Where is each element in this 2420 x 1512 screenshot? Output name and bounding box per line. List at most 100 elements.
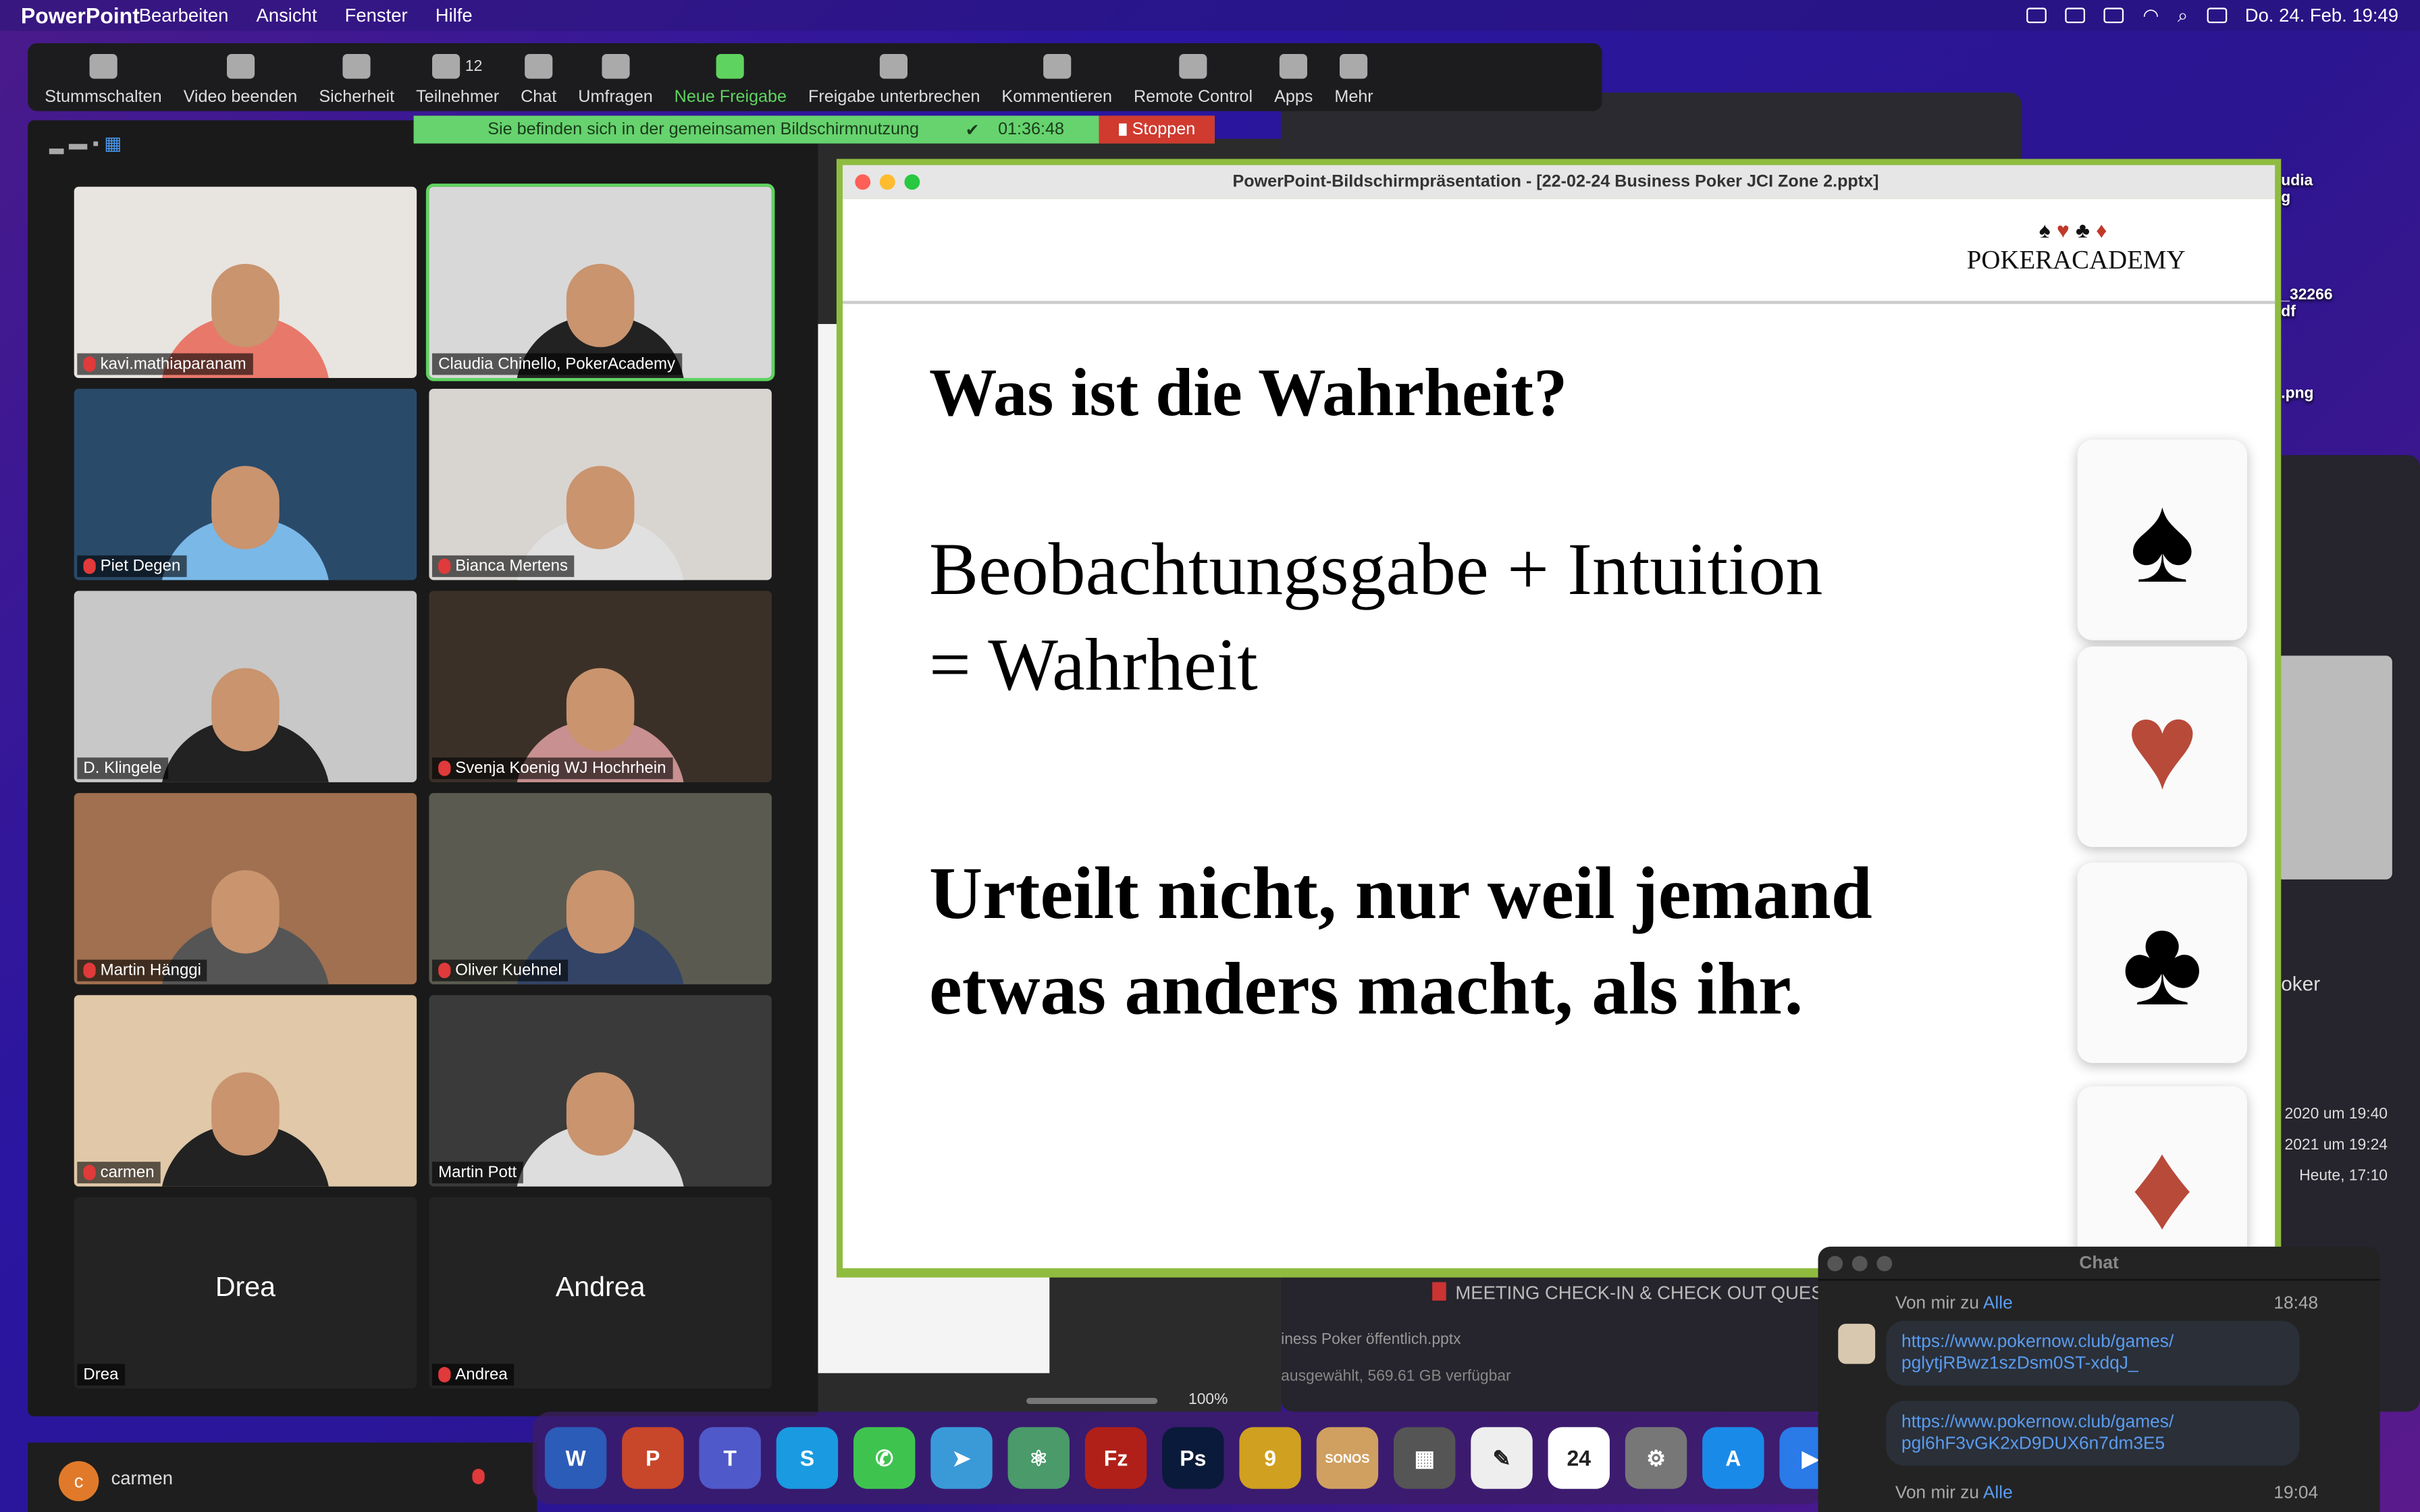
dock: W P T S ✆ ➤ ⚛ Fz Ps 9 SONOS ▦ ✎ 24 ⚙ A ▶ bbox=[532, 1411, 1841, 1505]
menu-fenster[interactable]: Fenster bbox=[345, 5, 408, 26]
desktop-file[interactable]: udia g bbox=[2281, 173, 2313, 207]
zoom-level[interactable]: 100% bbox=[1188, 1392, 1228, 1409]
shield-icon bbox=[342, 53, 371, 79]
file-row[interactable]: MEETING CHECK-IN & CHECK OUT QUESTI bbox=[1432, 1282, 1840, 1303]
toolbar-mehr-button[interactable]: Mehr bbox=[1323, 53, 1384, 107]
toolbar-label: Neue Freigabe bbox=[674, 88, 787, 107]
zoom-slider[interactable] bbox=[1026, 1397, 1158, 1404]
menu-app-name[interactable]: PowerPoint bbox=[21, 0, 140, 47]
toolbar-kommentieren-button[interactable]: Kommentieren bbox=[991, 53, 1123, 107]
wifi-icon[interactable]: ◠ bbox=[2142, 5, 2159, 26]
toolbar-video-beenden-button[interactable]: Video beenden bbox=[173, 53, 309, 107]
minimize-button[interactable] bbox=[1851, 1256, 1868, 1272]
dock-calendar-icon[interactable]: 24 bbox=[1548, 1427, 1610, 1489]
participant-name-label: Piet Degen bbox=[77, 555, 187, 577]
dock-app-store-icon[interactable]: A bbox=[1702, 1427, 1764, 1489]
video-tile[interactable]: Piet Degen bbox=[74, 388, 417, 580]
stop-share-button[interactable]: Stoppen bbox=[1099, 115, 1215, 144]
control-center-icon[interactable] bbox=[2206, 7, 2227, 24]
menu-hilfe[interactable]: Hilfe bbox=[436, 5, 473, 26]
toolbar-teilnehmer-button[interactable]: 12 Teilnehmer bbox=[405, 53, 510, 107]
menu-ansicht[interactable]: Ansicht bbox=[257, 5, 317, 26]
toolbar-neue-freigabe-button[interactable]: Neue Freigabe bbox=[664, 53, 797, 107]
participant-face bbox=[211, 667, 280, 751]
desktop-file[interactable]: .png bbox=[2281, 385, 2313, 402]
logo-text: POKERACADEMY bbox=[1966, 245, 2186, 275]
finder-status: ausgewählt, 569.61 GB verfügbar bbox=[1281, 1368, 1511, 1386]
muted-mic-icon[interactable] bbox=[472, 1468, 485, 1484]
dock-atom-icon[interactable]: ⚛ bbox=[1007, 1427, 1070, 1489]
message-header: Von mir zu Alle 19:04 bbox=[1895, 1484, 2318, 1503]
toolbar-label: Chat bbox=[521, 88, 557, 107]
divider bbox=[842, 300, 2276, 304]
dock-calculator-icon[interactable]: ▦ bbox=[1393, 1427, 1456, 1489]
participant-name-label: Martin Pott bbox=[431, 1162, 523, 1184]
dock-powerpoint-icon[interactable]: P bbox=[622, 1427, 684, 1489]
dock-sonos-icon[interactable]: SONOS bbox=[1316, 1427, 1379, 1489]
chat-link[interactable]: https://www.pokernow.club/games/ pgl6hF3… bbox=[1886, 1401, 2300, 1466]
video-tile[interactable]: Andrea Andrea bbox=[429, 1197, 772, 1389]
share-screen-icon bbox=[716, 53, 745, 79]
stop-label: Stoppen bbox=[1132, 120, 1196, 139]
screen-share-banner: Sie befinden sich in der gemeinsamen Bil… bbox=[413, 115, 1215, 144]
dock-teams-icon[interactable]: T bbox=[699, 1427, 761, 1489]
toolbar-label: Kommentieren bbox=[1001, 88, 1112, 107]
video-tile[interactable]: Svenja Koenig WJ Hochrhein bbox=[429, 591, 772, 782]
clock[interactable]: Do. 24. Feb. 19:49 bbox=[2245, 5, 2398, 26]
dock-telegram-icon[interactable]: ➤ bbox=[930, 1427, 993, 1489]
club-card-icon: ♣ bbox=[2077, 862, 2247, 1063]
toolbar-apps-button[interactable]: Apps bbox=[1263, 53, 1323, 107]
desktop-file[interactable]: _32266 df bbox=[2281, 287, 2332, 321]
toolbar-label: Video beenden bbox=[183, 88, 298, 107]
dock-textedit-icon[interactable]: ✎ bbox=[1471, 1427, 1533, 1489]
participant-name: Martin Hänggi bbox=[100, 961, 201, 980]
finder-label: oker bbox=[2281, 971, 2321, 996]
minimize-button[interactable] bbox=[879, 174, 895, 190]
video-tile[interactable]: Drea Drea bbox=[74, 1197, 417, 1389]
dock-skype-icon[interactable]: S bbox=[776, 1427, 839, 1489]
heart-card-icon: ♥ bbox=[2077, 646, 2247, 847]
menu-bearbeiten[interactable]: Bearbeiten bbox=[139, 5, 229, 26]
window-title-bar: PowerPoint-Bildschirmpräsentation - [22-… bbox=[842, 165, 2276, 199]
video-tile[interactable]: Bianca Mertens bbox=[429, 388, 772, 580]
video-tile[interactable]: carmen bbox=[74, 995, 417, 1187]
slide[interactable]: ♠♥♣♦ POKERACADEMY Was ist die Wahrheit? … bbox=[842, 198, 2276, 1268]
toolbar-freigabe-unterbrechen-button[interactable]: Freigabe unterbrechen bbox=[797, 53, 991, 107]
dock-word-icon[interactable]: W bbox=[544, 1427, 607, 1489]
video-tile[interactable]: Martin Pott bbox=[429, 995, 772, 1187]
menu-bar: PowerPoint Bearbeiten Ansicht Fenster Hi… bbox=[0, 0, 2420, 31]
bluetooth-icon[interactable] bbox=[2066, 7, 2086, 24]
muted-mic-icon bbox=[438, 760, 451, 776]
search-icon[interactable]: ⌕ bbox=[2178, 4, 2188, 27]
video-tile[interactable]: Martin Hänggi bbox=[74, 792, 417, 985]
maximize-button[interactable] bbox=[1876, 1256, 1893, 1272]
video-tile[interactable]: D. Klingele bbox=[74, 591, 417, 782]
gallery-view-icon[interactable]: ▂ ▬ ▪ ▦ bbox=[49, 133, 122, 155]
toolbar-stummschalten-button[interactable]: Stummschalten bbox=[34, 53, 172, 107]
toolbar-umfragen-button[interactable]: Umfragen bbox=[567, 53, 663, 107]
dock-9-icon[interactable]: 9 bbox=[1239, 1427, 1301, 1489]
dock-system-preferences-icon[interactable]: ⚙ bbox=[1625, 1427, 1687, 1489]
zoom-status-icon[interactable] bbox=[2026, 7, 2047, 24]
sender: Von mir zu bbox=[1895, 1294, 1983, 1314]
participant-name: D. Klingele bbox=[83, 759, 162, 778]
dock-photoshop-icon[interactable]: Ps bbox=[1162, 1427, 1224, 1489]
battery-icon[interactable] bbox=[2104, 7, 2124, 24]
shield-check-icon: ✔ bbox=[965, 121, 980, 140]
chat-link[interactable]: https://www.pokernow.club/games/ pglytjR… bbox=[1886, 1320, 2300, 1386]
dock-whatsapp-icon[interactable]: ✆ bbox=[853, 1427, 916, 1489]
maximize-button[interactable] bbox=[904, 174, 920, 190]
toolbar-chat-button[interactable]: Chat bbox=[510, 53, 567, 107]
participant-face bbox=[211, 869, 280, 953]
video-tile[interactable]: Oliver Kuehnel bbox=[429, 792, 772, 985]
close-button[interactable] bbox=[1827, 1256, 1843, 1272]
toolbar-sicherheit-button[interactable]: Sicherheit bbox=[308, 53, 405, 107]
video-tile[interactable]: Claudia Chinello, PokerAcademy bbox=[425, 183, 775, 381]
dock-filezilla-icon[interactable]: Fz bbox=[1084, 1427, 1147, 1489]
file-name[interactable]: iness Poker öffentlich.pptx bbox=[1281, 1332, 1461, 1349]
close-button[interactable] bbox=[855, 174, 871, 190]
participant-face bbox=[566, 869, 635, 953]
toolbar-remote-control-button[interactable]: Remote Control bbox=[1123, 53, 1263, 107]
video-tile[interactable]: kavi.mathiaparanam bbox=[74, 186, 417, 378]
participant-name[interactable]: carmen bbox=[111, 1467, 173, 1489]
